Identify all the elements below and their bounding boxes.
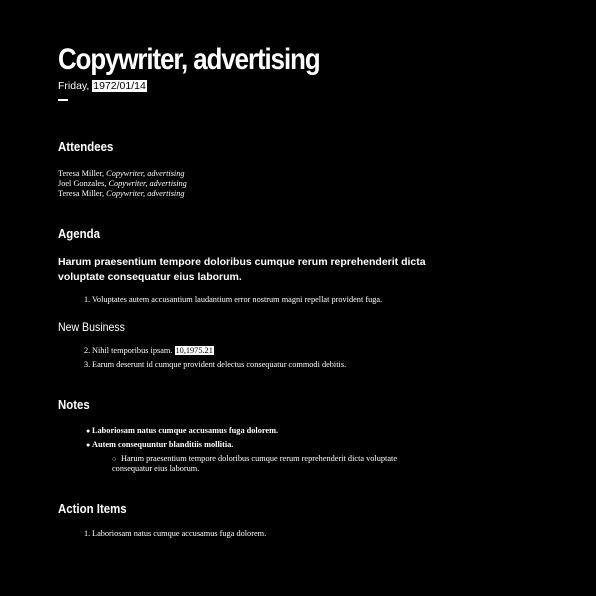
attendee: Joel Gonzales, Copywriter, advertising [58, 179, 578, 189]
bullet-icon: ● [86, 427, 91, 435]
item-text: Laboriosam natus cumque accusamus fuga d… [92, 529, 267, 538]
item-text: Nihil temporibus ipsam. [92, 346, 173, 355]
day-label: Friday, [58, 80, 90, 92]
list-item: 3. Earum deserunt id cumque provident de… [58, 360, 578, 370]
item-text: Autem consequuntur blanditiis mollitia. [92, 440, 234, 449]
action-items-list: 1. Laboriosam natus cumque accusamus fug… [58, 529, 578, 539]
list-item: 1. Voluptates autem accusantium laudanti… [58, 295, 578, 305]
attendees-list: Teresa Miller, Copywriter, advertising J… [58, 169, 578, 199]
agenda-lead: Harum praesentium tempore doloribus cumq… [58, 256, 426, 283]
item-number: 1. [84, 529, 91, 538]
attendee-name: Teresa Miller, [58, 189, 105, 198]
attendee-role: Copywriter, advertising [108, 179, 187, 188]
agenda-list: 1. Voluptates autem accusantium laudanti… [58, 295, 578, 305]
list-item: ● Laboriosam natus cumque accusamus fuga… [58, 426, 578, 436]
attendee-role: Copywriter, advertising [106, 189, 185, 198]
attendees-heading: Attendees [58, 139, 114, 154]
agenda-heading: Agenda [58, 226, 100, 241]
page-title: Copywriter, advertising [58, 43, 321, 76]
title-divider [58, 99, 68, 101]
item-number: 3. [84, 360, 91, 369]
attendee-name: Joel Gonzales, [58, 179, 107, 188]
item-text: Voluptates autem accusantium laudantium … [92, 295, 383, 304]
action-items-heading: Action Items [58, 501, 127, 516]
attendee: Teresa Miller, Copywriter, advertising [58, 169, 578, 179]
circle-bullet-icon: ○ [112, 455, 117, 463]
attendee-name: Teresa Miller, [58, 169, 105, 178]
attendee: Teresa Miller, Copywriter, advertising [58, 189, 578, 199]
sub-item-text: Harum praesentium tempore doloribus cumq… [112, 454, 398, 473]
notes-list: ● Laboriosam natus cumque accusamus fuga… [58, 426, 578, 474]
list-item: 2. Nihil temporibus ipsam. 10,1975.21 [58, 346, 578, 356]
item-text: Laboriosam natus cumque accusamus fuga d… [92, 426, 279, 435]
list-item: ● Autem consequuntur blanditiis mollitia… [58, 440, 578, 450]
dateline: Friday, 1972/01/14 [58, 80, 578, 93]
item-number: 2. [84, 346, 91, 355]
notes-heading: Notes [58, 397, 90, 412]
new-business-heading: New Business [58, 320, 125, 334]
item-text: Earum deserunt id cumque provident delec… [92, 360, 347, 369]
highlight-tag: 10,1975.21 [174, 346, 214, 355]
new-business-list: 2. Nihil temporibus ipsam. 10,1975.21 3.… [58, 346, 578, 370]
bullet-icon: ● [86, 441, 91, 449]
list-item: 1. Laboriosam natus cumque accusamus fug… [58, 529, 578, 539]
item-number: 1. [84, 295, 91, 304]
date-highlight: 1972/01/14 [92, 80, 147, 92]
sub-list-item: ○ Harum praesentium tempore doloribus cum… [58, 454, 397, 474]
document: Copywriter, advertising Friday, 1972/01/… [58, 42, 578, 539]
attendee-role: Copywriter, advertising [106, 169, 185, 178]
